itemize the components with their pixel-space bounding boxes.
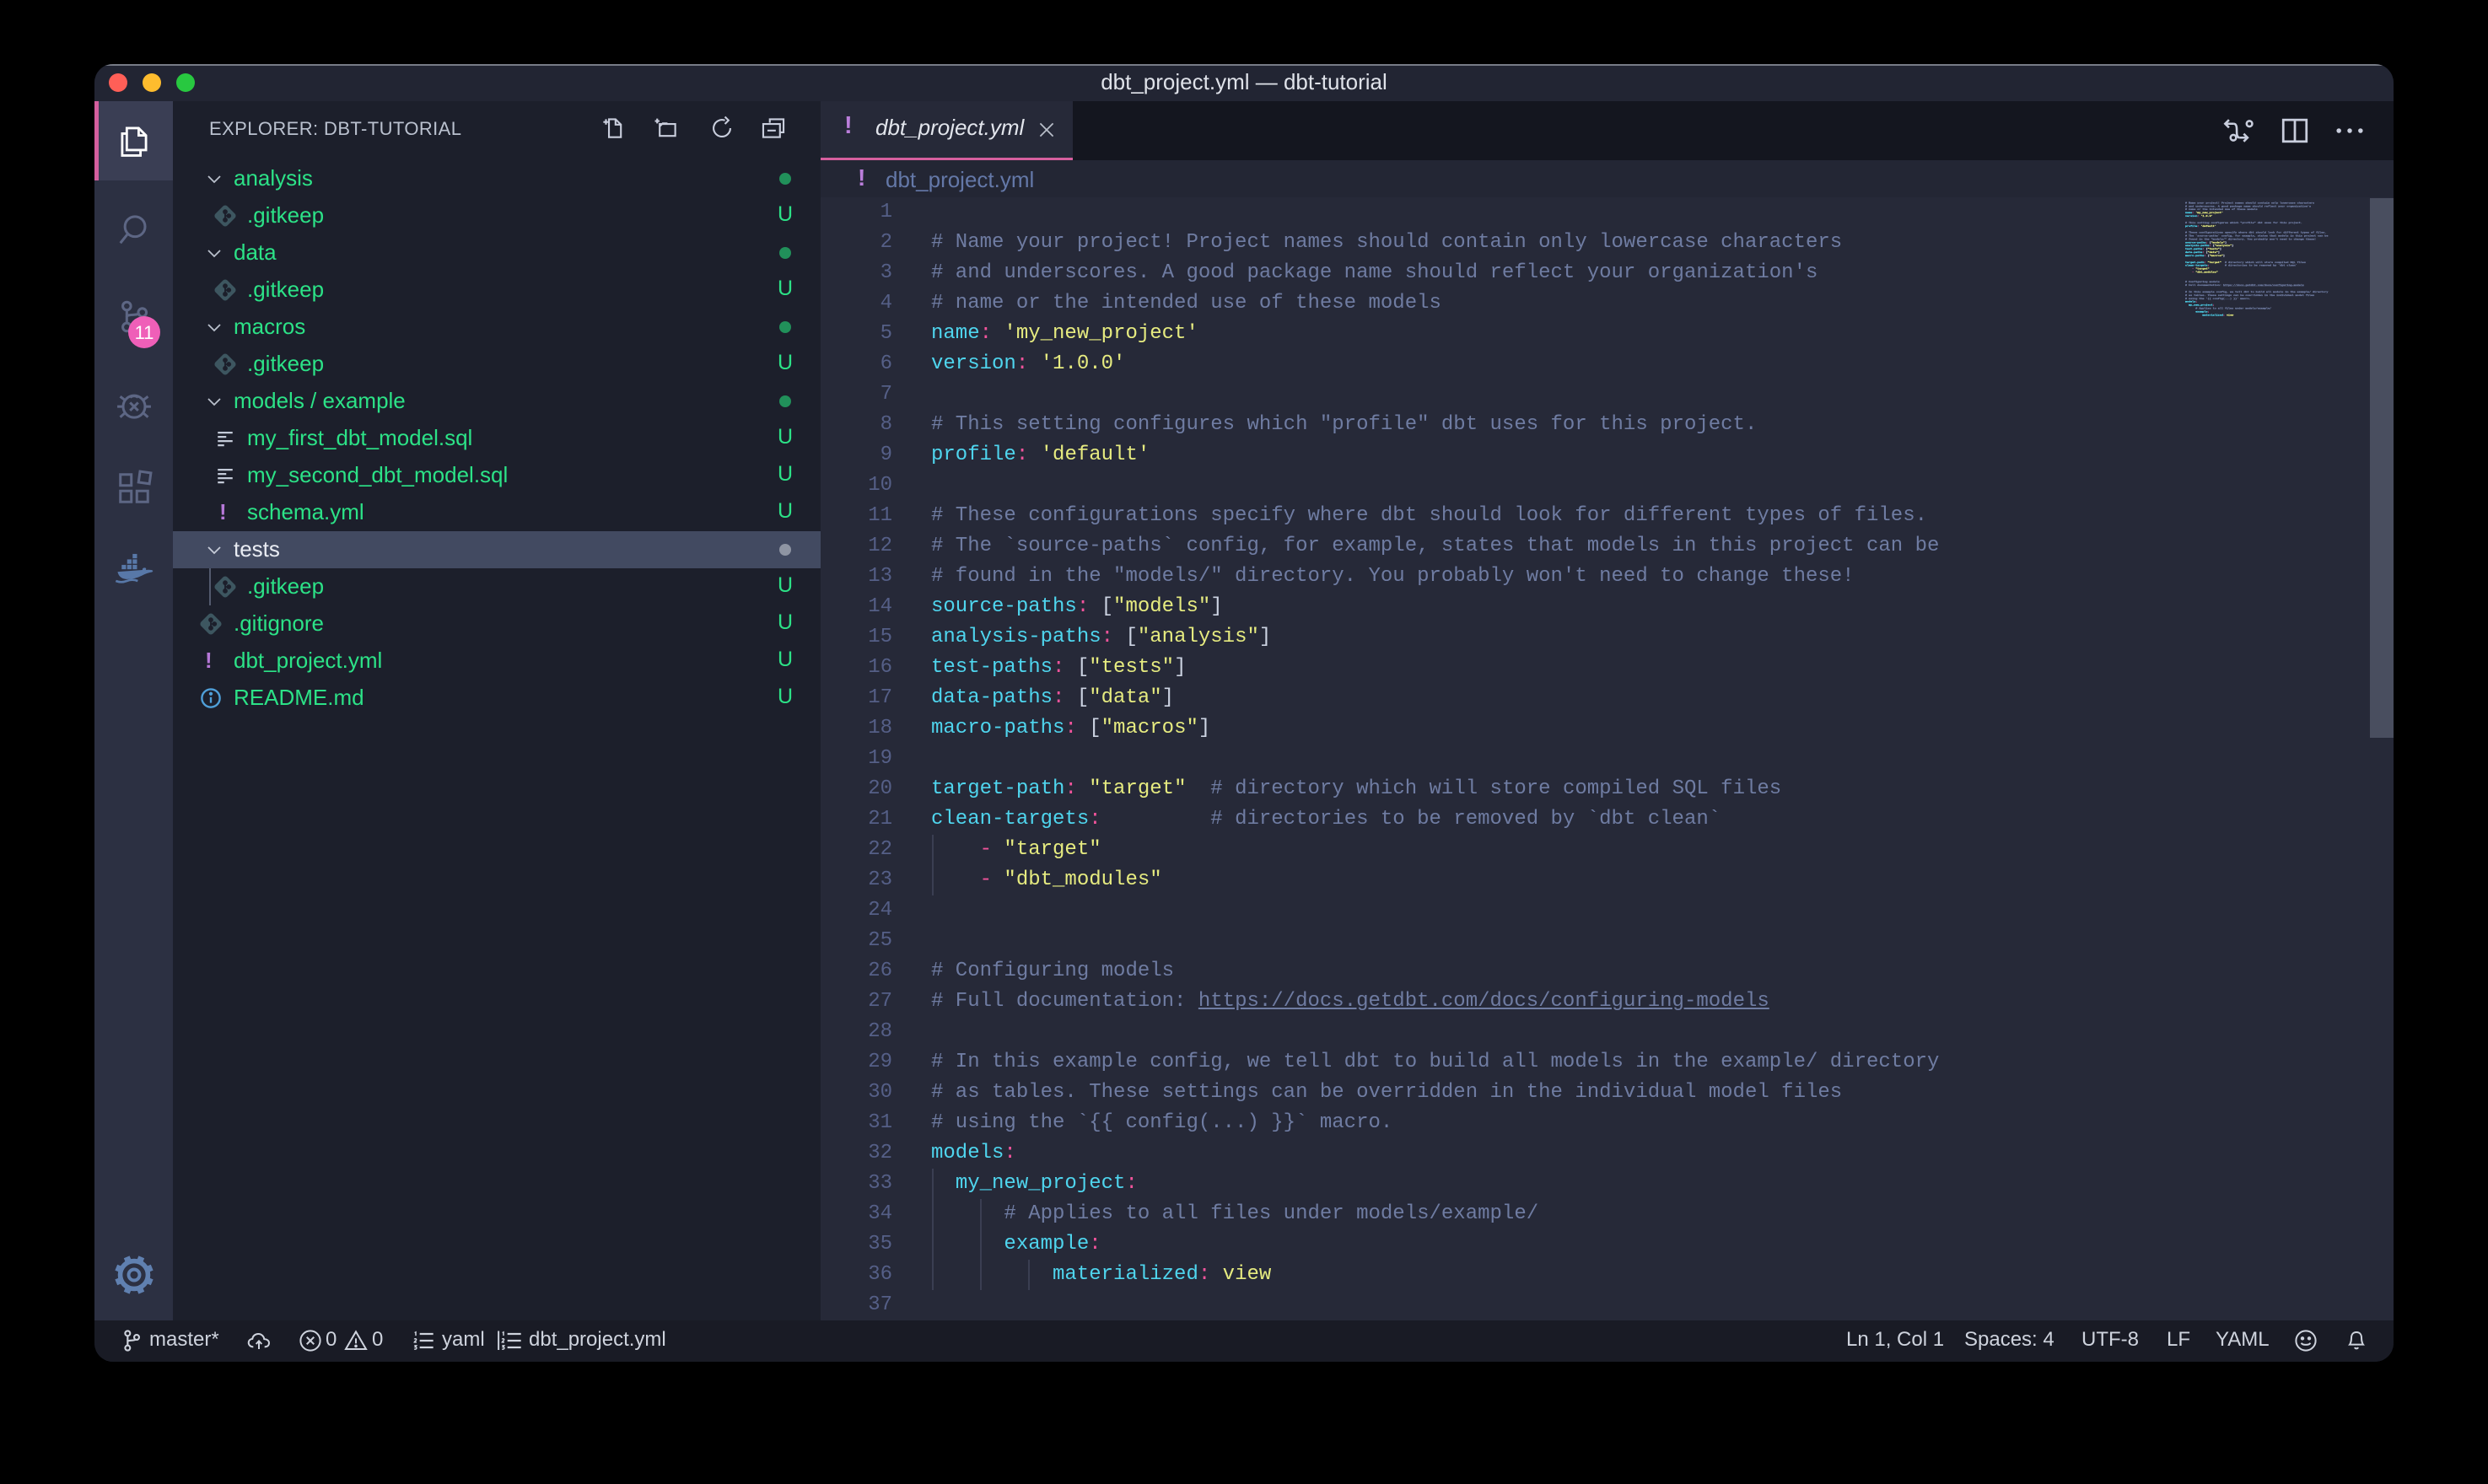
svg-text:11: 11 <box>135 322 154 343</box>
